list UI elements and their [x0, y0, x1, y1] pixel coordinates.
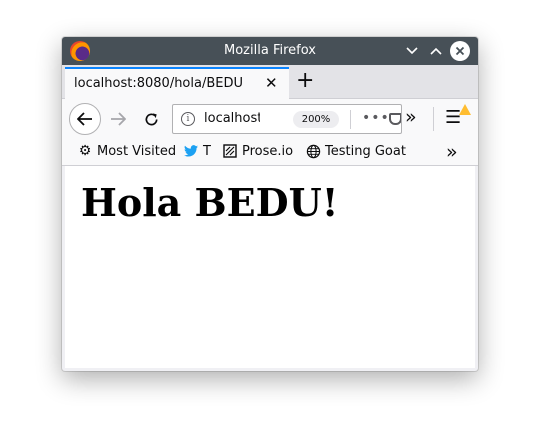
tab-label: localhost:8080/hola/BEDU	[74, 76, 244, 91]
globe-icon	[305, 143, 321, 159]
bookmark-testing-goat[interactable]: Testing Goat	[305, 143, 406, 159]
forward-button[interactable]	[107, 108, 129, 130]
close-tab-icon[interactable]: ✕	[265, 74, 278, 92]
tab-strip: localhost:8080/hola/BEDU ✕ +	[62, 65, 478, 99]
navigation-toolbar: i localhost 200% ••• » ☰	[62, 99, 478, 139]
new-tab-button[interactable]: +	[296, 68, 314, 94]
url-bar[interactable]: i localhost 200% •••	[172, 104, 402, 134]
maximize-button[interactable]	[426, 41, 446, 61]
title-bar: Mozilla Firefox	[62, 37, 478, 65]
reload-button[interactable]	[140, 108, 162, 130]
page-actions-icon[interactable]: •••	[362, 110, 390, 126]
site-info-icon[interactable]: i	[181, 112, 195, 126]
bookmark-twitter[interactable]: T	[183, 143, 211, 159]
pocket-icon[interactable]	[389, 113, 401, 125]
back-arrow-icon	[77, 112, 92, 126]
forward-arrow-icon	[111, 112, 126, 126]
gear-icon: ⚙	[78, 143, 92, 159]
close-window-button[interactable]	[450, 41, 470, 61]
bookmark-label: Prose.io	[242, 143, 294, 159]
firefox-window: Mozilla Firefox localhost:8080/hola/BEDU…	[62, 37, 478, 371]
page-content: Hola BEDU!	[65, 166, 475, 368]
url-text[interactable]: localhost	[204, 111, 260, 126]
bookmark-prose[interactable]: Prose.io	[222, 143, 293, 159]
minimize-button[interactable]	[402, 41, 422, 61]
twitter-bird-icon	[183, 143, 199, 159]
zoom-level-badge[interactable]: 200%	[293, 111, 339, 128]
bookmarks-overflow-icon[interactable]: »	[446, 141, 458, 163]
bookmarks-toolbar: ⚙ Most Visited T Prose.io Testing Goat »	[62, 139, 478, 166]
url-bar-divider	[350, 110, 351, 129]
tab-active[interactable]: localhost:8080/hola/BEDU ✕	[65, 67, 289, 99]
warning-icon	[459, 104, 471, 115]
prose-icon	[222, 143, 238, 159]
page-heading: Hola BEDU!	[81, 180, 339, 225]
toolbar-divider	[433, 107, 434, 131]
back-button[interactable]	[69, 103, 101, 135]
reload-icon	[145, 112, 157, 125]
bookmark-most-visited[interactable]: ⚙ Most Visited	[77, 143, 176, 159]
bookmark-label: Most Visited	[97, 143, 177, 159]
toolbar-overflow-icon[interactable]: »	[405, 106, 417, 128]
bookmark-label: T	[203, 143, 211, 159]
bookmark-label: Testing Goat	[325, 143, 406, 159]
